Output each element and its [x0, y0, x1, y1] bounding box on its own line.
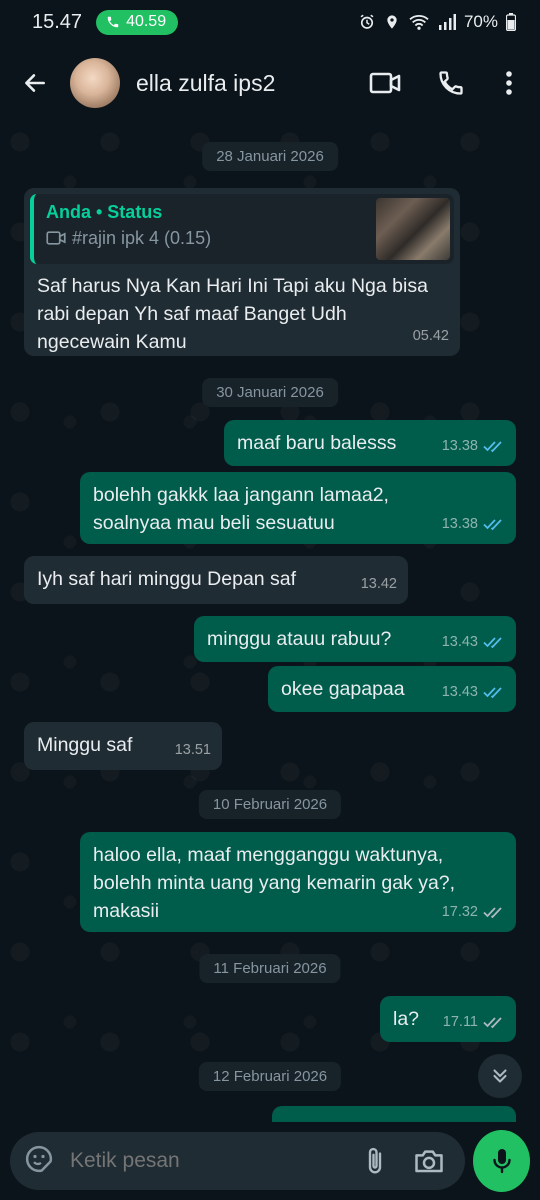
composer-bar — [0, 1122, 540, 1200]
double-check-delivered-icon — [483, 1017, 502, 1029]
double-chevron-down-icon — [493, 1069, 507, 1083]
message-outgoing-partial[interactable] — [272, 1106, 516, 1122]
message-incoming[interactable]: Minggu saf 13.51 — [24, 722, 222, 770]
double-check-read-icon — [483, 637, 502, 649]
message-time: 17.11 — [442, 1014, 478, 1030]
date-separator: 11 Februari 2026 — [199, 954, 341, 983]
message-text: Iyh saf hari minggu Depan saf — [37, 568, 297, 590]
video-call-button[interactable] — [352, 44, 418, 122]
battery-icon — [506, 13, 516, 31]
video-call-icon — [369, 72, 401, 94]
message-outgoing[interactable]: maaf baru balesss 13.38 — [224, 420, 516, 466]
emoji-button[interactable] — [24, 1144, 54, 1179]
call-duration: 40.59 — [126, 13, 167, 30]
message-outgoing[interactable]: la? 17.11 — [380, 996, 516, 1042]
message-time: 13.43 — [441, 634, 478, 650]
message-incoming[interactable]: Anda • Status #rajin ipk 4 (0.15) Saf ha… — [24, 188, 460, 356]
video-icon — [46, 231, 66, 245]
status-thumbnail — [376, 198, 450, 260]
message-time: 13.42 — [360, 576, 397, 592]
alarm-icon — [360, 14, 374, 29]
message-incoming[interactable]: Iyh saf hari minggu Depan saf 13.42 — [24, 556, 408, 604]
date-separator: 10 Februari 2026 — [198, 790, 342, 819]
message-time: 13.38 — [441, 516, 478, 532]
more-options-button[interactable] — [484, 44, 534, 122]
quote-author: Anda • Status — [46, 202, 163, 222]
avatar[interactable] — [70, 58, 120, 108]
message-outgoing[interactable]: haloo ella, maaf mengganggu waktunya, bo… — [80, 832, 516, 932]
date-separator: 28 Januari 2026 — [202, 142, 338, 171]
microphone-icon — [492, 1149, 511, 1174]
message-time: 13.38 — [441, 438, 478, 454]
voice-call-button[interactable] — [418, 44, 484, 122]
clock: 15.47 — [32, 10, 83, 33]
wifi-icon — [409, 15, 429, 30]
status-bar: 15.47 40.59 70% — [0, 0, 540, 44]
quoted-status[interactable]: Anda • Status #rajin ipk 4 (0.15) — [30, 194, 454, 264]
message-time: 13.43 — [441, 684, 478, 700]
composer — [10, 1132, 465, 1190]
back-arrow-icon — [25, 74, 45, 92]
quote-text: #rajin ipk 4 (0.15) — [72, 228, 212, 248]
double-check-read-icon — [483, 687, 502, 699]
message-outgoing[interactable]: okee gapapaa 13.43 — [268, 666, 516, 712]
battery-percentage: 70% — [463, 12, 498, 31]
date-separator: 30 Januari 2026 — [202, 378, 338, 407]
voice-message-button[interactable] — [473, 1130, 530, 1192]
more-vert-icon — [506, 71, 512, 95]
emoji-sticker-icon — [25, 1145, 53, 1172]
voice-call-icon — [439, 71, 463, 95]
chat-area[interactable]: 28 Januari 2026 Anda • Status #rajin ipk… — [0, 122, 540, 1122]
location-icon — [387, 15, 397, 29]
camera-button[interactable] — [409, 1141, 449, 1181]
message-time: 05.42 — [412, 328, 449, 344]
attach-button[interactable] — [355, 1141, 395, 1181]
ongoing-call-pill[interactable]: 40.59 — [96, 9, 179, 35]
signal-icon — [438, 14, 456, 30]
scroll-to-bottom-button[interactable] — [478, 1054, 522, 1098]
double-check-read-icon — [483, 441, 502, 453]
message-outgoing[interactable]: minggu atauu rabuu? 13.43 — [194, 616, 516, 662]
double-check-delivered-icon — [483, 907, 502, 919]
message-text: Saf harus Nya Kan Hari Ini Tapi aku Nga … — [37, 275, 428, 353]
contact-name[interactable]: ella zulfa ips2 — [136, 70, 352, 97]
message-input[interactable] — [70, 1149, 341, 1173]
phone-icon — [107, 16, 119, 28]
chat-header: ella zulfa ips2 — [0, 44, 540, 122]
message-outgoing[interactable]: bolehh gakkk laa jangann lamaa2, soalnya… — [80, 472, 516, 544]
back-button[interactable] — [0, 44, 70, 122]
paperclip-icon — [368, 1147, 382, 1174]
message-time: 13.51 — [174, 742, 211, 758]
message-time: 17.32 — [441, 904, 478, 920]
date-separator: 12 Februari 2026 — [198, 1062, 342, 1091]
double-check-read-icon — [483, 519, 502, 531]
camera-icon — [415, 1150, 443, 1173]
